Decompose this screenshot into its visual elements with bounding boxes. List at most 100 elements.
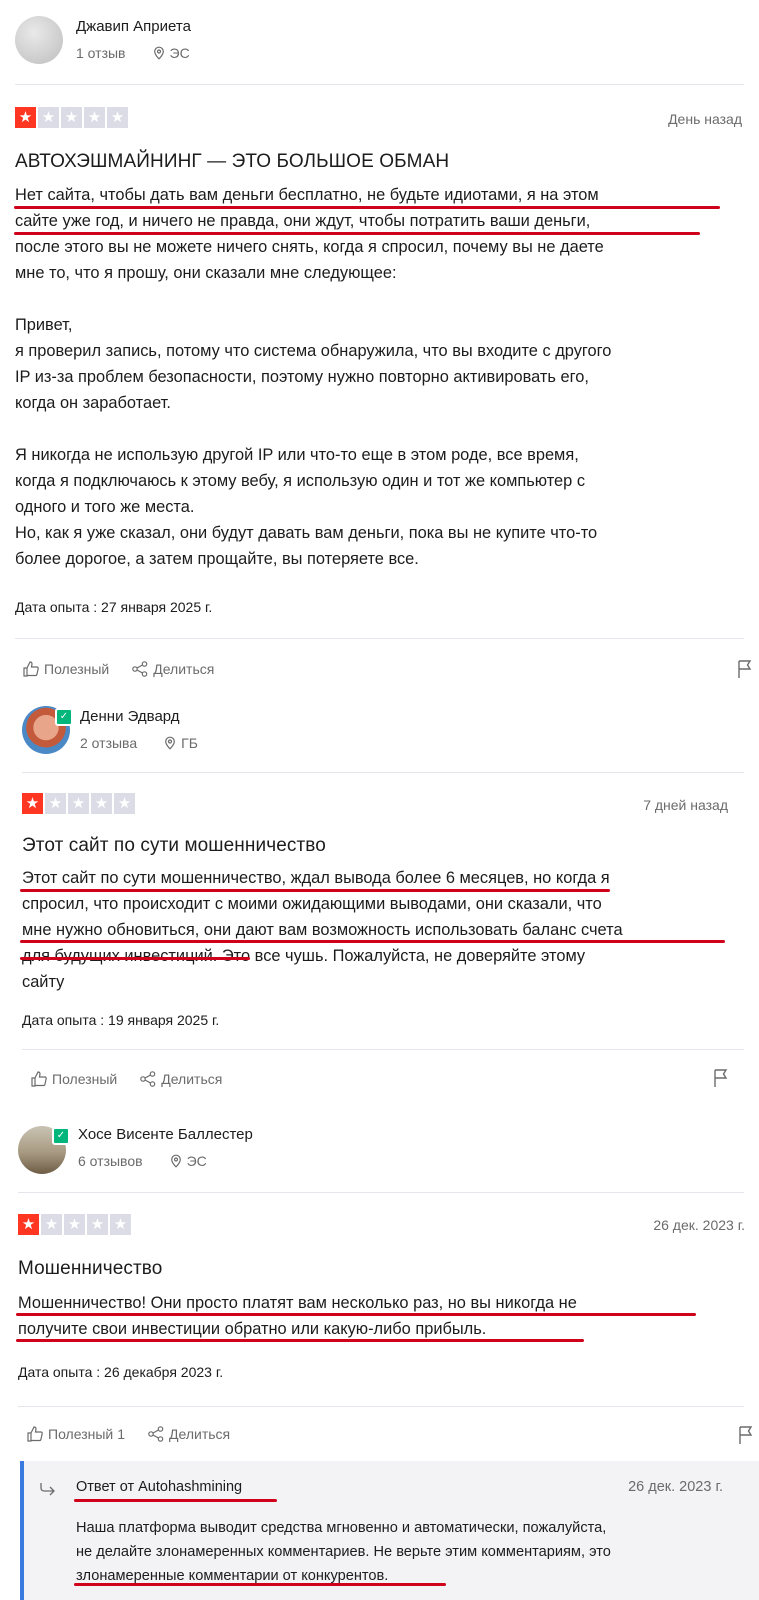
reviewer-country: ГБ bbox=[181, 735, 198, 751]
location-pin-icon bbox=[170, 1154, 181, 1168]
reviewer-country: ЭС bbox=[186, 1153, 207, 1169]
review-text-line: одного и того же места. bbox=[15, 498, 195, 516]
verified-badge-icon: ✓ bbox=[55, 708, 73, 726]
helpful-button[interactable]: Полезный bbox=[30, 1070, 117, 1088]
helpful-button[interactable]: Полезный bbox=[22, 660, 109, 678]
star-icon: ★ bbox=[61, 107, 82, 128]
review-title[interactable]: АВТОХЭШМАЙНИНГ — ЭТО БОЛЬШОЕ ОБМАН bbox=[15, 151, 449, 173]
share-label: Делиться bbox=[153, 661, 215, 677]
star-icon: ★ bbox=[45, 793, 66, 814]
divider bbox=[22, 1049, 744, 1050]
star-icon: ★ bbox=[91, 793, 112, 814]
review-text: Этот сайт по сути мошенничество, ждал вы… bbox=[22, 865, 623, 995]
share-icon bbox=[132, 661, 148, 677]
review-text-line: когда он заработает. bbox=[15, 394, 171, 412]
review-text-line: Привет, bbox=[15, 316, 73, 334]
share-label: Делиться bbox=[169, 1426, 231, 1442]
star-rating: ★ ★ ★ ★ ★ bbox=[18, 1214, 131, 1235]
review-text-line: для будущих инвестиций. Это все чушь. По… bbox=[22, 947, 586, 965]
review-count: 1 отзыв bbox=[76, 45, 126, 61]
star-rating: ★ ★ ★ ★ ★ bbox=[15, 107, 128, 128]
review-text-line: я проверил запись, потому что система об… bbox=[15, 342, 612, 360]
highlight-underline bbox=[16, 1313, 696, 1316]
review-count: 6 отзывов bbox=[78, 1153, 143, 1169]
reviewer-name[interactable]: Денни Эдвард bbox=[80, 708, 180, 725]
helpful-label: Полезный bbox=[48, 1426, 114, 1442]
review-text: Мошенничество! Они просто платят вам нес… bbox=[18, 1290, 577, 1342]
share-button[interactable]: Делиться bbox=[139, 1070, 222, 1088]
thumbs-up-icon bbox=[23, 661, 39, 677]
star-icon: ★ bbox=[87, 1214, 108, 1235]
star-icon: ★ bbox=[15, 107, 36, 128]
star-icon: ★ bbox=[84, 107, 105, 128]
review-actions: Полезный 1 Делиться bbox=[26, 1425, 252, 1443]
helpful-label: Полезный bbox=[52, 1071, 118, 1087]
star-icon: ★ bbox=[22, 793, 43, 814]
highlight-underline bbox=[16, 1339, 584, 1342]
review-text-line: спросил, что происходит с моими ожидающи… bbox=[22, 895, 602, 913]
reply-text-line: Наша платформа выводит средства мгновенн… bbox=[76, 1520, 607, 1536]
review-text-line: Но, как я уже сказал, они будут давать в… bbox=[15, 524, 598, 542]
review-count: 2 отзыва bbox=[80, 735, 138, 751]
divider bbox=[22, 772, 744, 773]
divider bbox=[15, 638, 744, 639]
review-text-line: сайте уже год, и ничего не правда, они ж… bbox=[15, 212, 591, 230]
review-date: 7 дней назад bbox=[643, 797, 728, 813]
location-pin-icon bbox=[153, 46, 164, 60]
thumbs-up-icon bbox=[31, 1071, 47, 1087]
review-text-line: более дорогое, а затем прощайте, вы поте… bbox=[15, 550, 419, 568]
flag-icon[interactable] bbox=[737, 1425, 755, 1445]
star-rating: ★ ★ ★ ★ ★ bbox=[22, 793, 135, 814]
share-icon bbox=[148, 1426, 164, 1442]
divider bbox=[15, 84, 744, 85]
divider bbox=[18, 1192, 744, 1193]
company-reply: Ответ от Autohashmining 26 дек. 2023 г. … bbox=[20, 1461, 759, 1600]
highlight-underline bbox=[20, 957, 250, 960]
highlight-underline bbox=[74, 1583, 446, 1586]
highlight-underline bbox=[14, 232, 700, 235]
reply-text-line: не делайте злонамеренных комментариев. Н… bbox=[76, 1544, 611, 1560]
flag-icon[interactable] bbox=[712, 1068, 730, 1088]
review-text-line: IP из-за проблем безопасности, поэтому н… bbox=[15, 368, 589, 386]
review-title[interactable]: Мошенничество bbox=[18, 1258, 162, 1280]
verified-badge-icon: ✓ bbox=[52, 1127, 70, 1145]
reply-prefix: Ответ от bbox=[76, 1479, 135, 1495]
share-button[interactable]: Делиться bbox=[131, 660, 214, 678]
review-actions: Полезный Делиться bbox=[22, 660, 236, 678]
reply-arrow-icon bbox=[40, 1483, 55, 1496]
reply-title: Ответ от Autohashmining bbox=[76, 1479, 242, 1495]
highlight-underline bbox=[14, 206, 720, 209]
review-date: День назад bbox=[668, 111, 742, 127]
highlight-underline bbox=[74, 1499, 277, 1502]
reviewer-country: ЭС bbox=[169, 45, 190, 61]
reply-company[interactable]: Autohashmining bbox=[138, 1479, 242, 1495]
helpful-label: Полезный bbox=[44, 661, 110, 677]
location-pin-icon bbox=[165, 736, 176, 750]
experience-date: Дата опыта : 27 января 2025 г. bbox=[15, 599, 213, 615]
reviewer-meta: 2 отзыва ГБ bbox=[80, 735, 198, 751]
thumbs-up-icon bbox=[27, 1426, 43, 1442]
reviewer-name[interactable]: Джавип Априета bbox=[76, 18, 191, 35]
share-button[interactable]: Делиться bbox=[147, 1425, 230, 1443]
reviewer-meta: 6 отзывов ЭС bbox=[78, 1153, 207, 1169]
reply-text: Наша платформа выводит средства мгновенн… bbox=[76, 1516, 611, 1588]
review-text-line: когда я подключаюсь к этому вебу, я испо… bbox=[15, 472, 586, 490]
flag-icon[interactable] bbox=[736, 659, 754, 679]
highlight-underline bbox=[20, 889, 610, 892]
helpful-button[interactable]: Полезный 1 bbox=[26, 1425, 125, 1443]
helpful-count: 1 bbox=[117, 1426, 126, 1442]
avatar[interactable] bbox=[15, 16, 63, 64]
review-text-line: сайту bbox=[22, 973, 65, 991]
review-title[interactable]: Этот сайт по сути мошенничество bbox=[22, 835, 326, 857]
divider bbox=[18, 1406, 744, 1407]
share-label: Делиться bbox=[161, 1071, 223, 1087]
highlight-underline bbox=[20, 940, 725, 943]
share-icon bbox=[140, 1071, 156, 1087]
star-icon: ★ bbox=[18, 1214, 39, 1235]
review-text: Нет сайта, чтобы дать вам деньги бесплат… bbox=[15, 182, 611, 572]
star-icon: ★ bbox=[68, 793, 89, 814]
review-actions: Полезный Делиться bbox=[30, 1070, 244, 1088]
star-icon: ★ bbox=[38, 107, 59, 128]
reviewer-name[interactable]: Хосе Висенте Баллестер bbox=[78, 1126, 253, 1143]
star-icon: ★ bbox=[64, 1214, 85, 1235]
